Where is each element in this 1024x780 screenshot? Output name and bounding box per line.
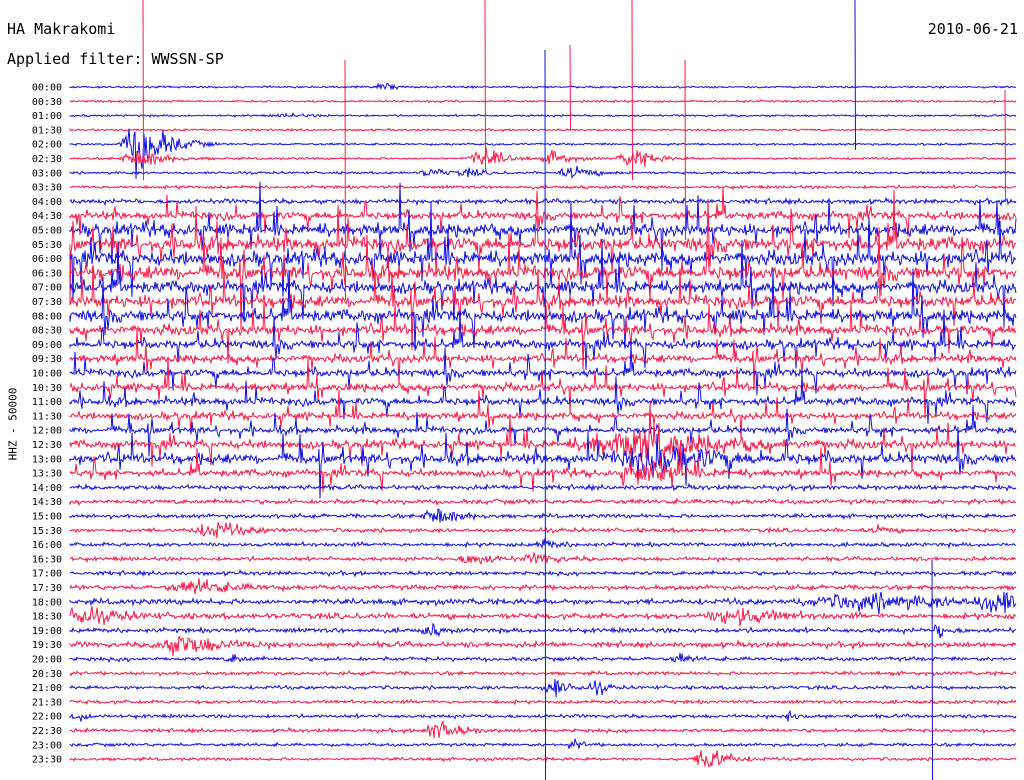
spike-3 — [854, 0, 856, 151]
tick-label-0900: 09:00 — [32, 340, 62, 351]
tick-label-0200: 02:00 — [32, 140, 62, 151]
tick-label-1930: 19:30 — [32, 640, 62, 651]
spike-4 — [344, 59, 346, 301]
trace-1830 — [69, 606, 1017, 627]
tick-label-1100: 11:00 — [32, 397, 62, 408]
seismic-traces — [69, 0, 1017, 780]
spike-7 — [684, 59, 686, 241]
trace-2330 — [69, 750, 1017, 768]
trace-2100 — [69, 679, 1017, 698]
tick-label-0230: 02:30 — [32, 154, 62, 165]
tick-label-2200: 22:00 — [32, 712, 62, 723]
trace-0230 — [69, 147, 1017, 167]
trace-2030 — [69, 669, 1017, 677]
tick-label-0130: 01:30 — [32, 125, 62, 136]
tick-label-1430: 14:30 — [32, 497, 62, 508]
trace-0200 — [69, 128, 1017, 179]
trace-2130 — [69, 698, 1017, 706]
tick-label-0730: 07:30 — [32, 297, 62, 308]
trace-2000 — [69, 652, 1017, 664]
trace-0400 — [69, 196, 1017, 207]
helicorder-plot: 00:00 00:30 01:00 01:30 02:00 02:30 03:00 03:30… — [32, 0, 1017, 780]
tick-label-1300: 13:00 — [32, 454, 62, 465]
tick-label-0500: 05:00 — [32, 226, 62, 237]
tick-label-1330: 13:30 — [32, 469, 62, 480]
tick-label-0930: 09:30 — [32, 354, 62, 365]
tick-label-1800: 18:00 — [32, 597, 62, 608]
tick-label-2330: 23:30 — [32, 755, 62, 766]
tick-label-2230: 22:30 — [32, 726, 62, 737]
tick-label-1530: 15:30 — [32, 526, 62, 537]
trace-0530 — [69, 190, 1017, 302]
trace-2300 — [69, 738, 1017, 749]
trace-2200 — [69, 709, 1017, 722]
tick-label-1400: 14:00 — [32, 483, 62, 494]
tick-label-2130: 21:30 — [32, 697, 62, 708]
spike-0 — [142, 0, 144, 181]
trace-1600 — [69, 537, 1017, 550]
tick-label-1630: 16:30 — [32, 554, 62, 565]
tick-label-1130: 11:30 — [32, 411, 62, 422]
trace-1030 — [69, 356, 1017, 418]
tick-label-0800: 08:00 — [32, 311, 62, 322]
time-tick-labels: 00:00 00:30 01:00 01:30 02:00 02:30 03:00 03:30… — [32, 83, 62, 766]
tick-label-1500: 15:00 — [32, 512, 62, 523]
trace-2230 — [69, 719, 1017, 738]
trace-0430 — [69, 186, 1017, 239]
tick-label-0400: 04:00 — [32, 197, 62, 208]
trace-0030 — [69, 99, 1017, 104]
tick-label-0100: 01:00 — [32, 111, 62, 122]
tick-label-1700: 17:00 — [32, 569, 62, 580]
tick-label-0330: 03:30 — [32, 183, 62, 194]
tick-label-1200: 12:00 — [32, 426, 62, 437]
tick-label-0030: 00:30 — [32, 97, 62, 108]
tick-label-1600: 16:00 — [32, 540, 62, 551]
trace-1400 — [69, 482, 1017, 493]
spike-6 — [931, 559, 933, 780]
tick-label-0700: 07:00 — [32, 283, 62, 294]
trace-1530 — [69, 522, 1017, 539]
tick-label-0430: 04:30 — [32, 211, 62, 222]
tick-label-0600: 06:00 — [32, 254, 62, 265]
trace-0730 — [69, 266, 1017, 350]
spike-5 — [544, 49, 546, 780]
trace-1800 — [69, 591, 1017, 615]
tick-label-0000: 00:00 — [32, 83, 62, 94]
trace-1900 — [69, 622, 1017, 639]
spike-8 — [1004, 89, 1006, 201]
tick-label-2000: 20:00 — [32, 655, 62, 666]
tick-label-0830: 08:30 — [32, 326, 62, 337]
trace-0000 — [69, 82, 1017, 91]
trace-1630 — [69, 552, 1017, 565]
trace-0330 — [69, 183, 1017, 191]
spike-2 — [631, 0, 633, 181]
tick-label-1030: 10:30 — [32, 383, 62, 394]
trace-0100 — [69, 111, 1017, 118]
trace-0300 — [69, 165, 1017, 180]
trace-1730 — [69, 578, 1017, 594]
tick-label-1230: 12:30 — [32, 440, 62, 451]
tick-label-1000: 10:00 — [32, 369, 62, 380]
tick-label-2030: 20:30 — [32, 669, 62, 680]
trace-1700 — [69, 568, 1017, 578]
tick-label-1900: 19:00 — [32, 626, 62, 637]
trace-1300 — [69, 426, 1017, 499]
spike-1 — [484, 0, 486, 171]
spike-9 — [569, 44, 571, 131]
tick-label-2300: 23:00 — [32, 740, 62, 751]
trace-0130 — [69, 127, 1017, 133]
tick-label-0530: 05:30 — [32, 240, 62, 251]
tick-label-1830: 18:30 — [32, 612, 62, 623]
tick-label-2100: 21:00 — [32, 683, 62, 694]
trace-1430 — [69, 497, 1017, 507]
tick-label-0630: 06:30 — [32, 268, 62, 279]
trace-1930 — [69, 635, 1017, 657]
trace-1500 — [69, 508, 1017, 523]
tick-label-1730: 17:30 — [32, 583, 62, 594]
tick-label-0300: 03:00 — [32, 168, 62, 179]
